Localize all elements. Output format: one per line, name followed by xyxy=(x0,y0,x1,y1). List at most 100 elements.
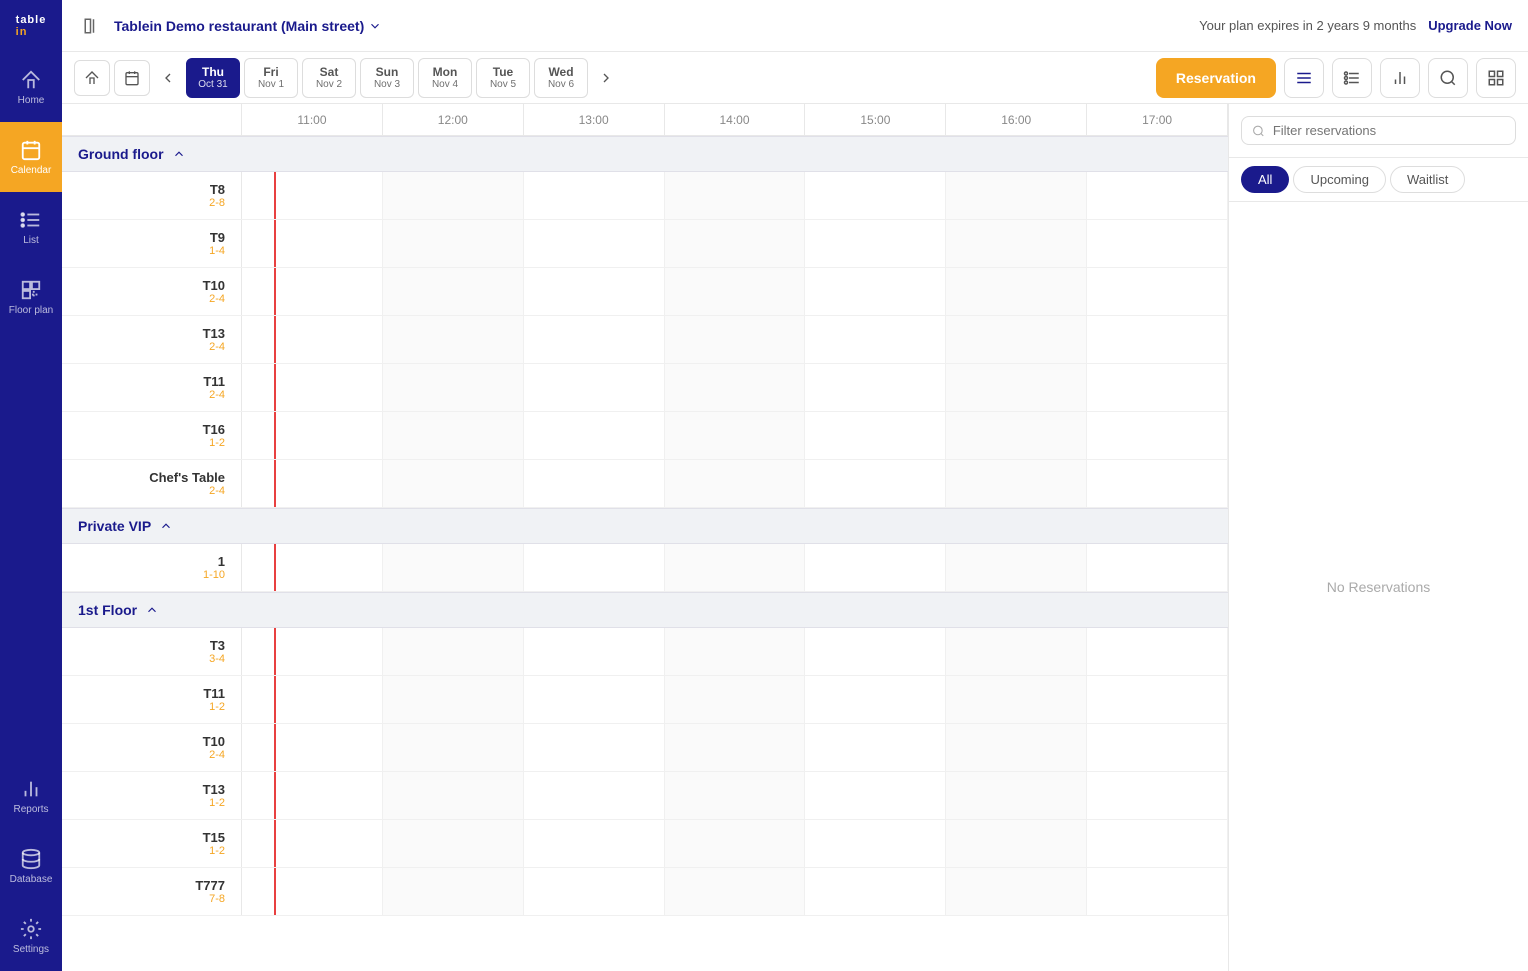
timeline-cell[interactable] xyxy=(946,220,1087,267)
timeline-cell[interactable] xyxy=(1087,268,1228,315)
timeline-cell[interactable] xyxy=(383,868,524,915)
home-nav-btn[interactable] xyxy=(74,60,110,96)
timeline-cell[interactable] xyxy=(805,868,946,915)
timeline-cell[interactable] xyxy=(946,628,1087,675)
table-timeline[interactable] xyxy=(242,268,1228,315)
table-timeline[interactable] xyxy=(242,772,1228,819)
timeline-cell[interactable] xyxy=(383,268,524,315)
day-btn-thu[interactable]: ThuOct 31 xyxy=(186,58,240,98)
timeline-cell[interactable] xyxy=(524,220,665,267)
timeline-cell[interactable] xyxy=(383,820,524,867)
timeline-cell[interactable] xyxy=(946,460,1087,507)
timeline-cell[interactable] xyxy=(242,316,383,363)
timeline-cell[interactable] xyxy=(805,268,946,315)
timeline-cell[interactable] xyxy=(242,172,383,219)
timeline-cell[interactable] xyxy=(1087,724,1228,771)
timeline-cell[interactable] xyxy=(946,868,1087,915)
day-btn-mon[interactable]: MonNov 4 xyxy=(418,58,472,98)
sidebar-item-reports[interactable]: Reports xyxy=(0,761,62,831)
day-btn-wed[interactable]: WedNov 6 xyxy=(534,58,588,98)
filter-tab-upcoming[interactable]: Upcoming xyxy=(1293,166,1386,193)
timeline-cell[interactable] xyxy=(946,772,1087,819)
calendar-nav-btn[interactable] xyxy=(114,60,150,96)
timeline-cell[interactable] xyxy=(665,820,806,867)
timeline-cell[interactable] xyxy=(805,772,946,819)
timeline-cell[interactable] xyxy=(665,220,806,267)
chart-btn[interactable] xyxy=(1380,58,1420,98)
table-timeline[interactable] xyxy=(242,412,1228,459)
filter-tab-waitlist[interactable]: Waitlist xyxy=(1390,166,1465,193)
timeline-cell[interactable] xyxy=(665,628,806,675)
timeline-cell[interactable] xyxy=(242,676,383,723)
timeline-cell[interactable] xyxy=(1087,820,1228,867)
timeline-cell[interactable] xyxy=(524,364,665,411)
day-btn-fri[interactable]: FriNov 1 xyxy=(244,58,298,98)
timeline-cell[interactable] xyxy=(1087,412,1228,459)
timeline-cell[interactable] xyxy=(383,172,524,219)
filter-btn[interactable] xyxy=(1332,58,1372,98)
timeline-cell[interactable] xyxy=(1087,628,1228,675)
timeline-cell[interactable] xyxy=(1087,676,1228,723)
sidebar-item-settings[interactable]: Settings xyxy=(0,901,62,971)
grid-btn[interactable] xyxy=(1476,58,1516,98)
table-timeline[interactable] xyxy=(242,820,1228,867)
day-btn-sun[interactable]: SunNov 3 xyxy=(360,58,414,98)
section-collapse-icon[interactable] xyxy=(145,603,159,617)
view-list-btn[interactable] xyxy=(1284,58,1324,98)
timeline-cell[interactable] xyxy=(946,268,1087,315)
timeline-cell[interactable] xyxy=(805,172,946,219)
timeline-cell[interactable] xyxy=(242,268,383,315)
timeline-cell[interactable] xyxy=(242,868,383,915)
timeline-cell[interactable] xyxy=(383,364,524,411)
sidebar-item-list[interactable]: List xyxy=(0,192,62,262)
timeline-cell[interactable] xyxy=(665,268,806,315)
timeline-cell[interactable] xyxy=(524,676,665,723)
timeline-cell[interactable] xyxy=(805,544,946,591)
next-day-btn[interactable] xyxy=(592,60,620,96)
timeline-cell[interactable] xyxy=(1087,868,1228,915)
timeline-cell[interactable] xyxy=(1087,220,1228,267)
timeline-cell[interactable] xyxy=(805,676,946,723)
timeline-cell[interactable] xyxy=(524,544,665,591)
table-timeline[interactable] xyxy=(242,220,1228,267)
filter-tab-all[interactable]: All xyxy=(1241,166,1289,193)
timeline-cell[interactable] xyxy=(383,544,524,591)
timeline-cell[interactable] xyxy=(1087,364,1228,411)
timeline-cell[interactable] xyxy=(1087,544,1228,591)
timeline-cell[interactable] xyxy=(524,628,665,675)
timeline-cell[interactable] xyxy=(665,316,806,363)
sidebar-item-calendar[interactable]: Calendar xyxy=(0,122,62,192)
sidebar-toggle-btn[interactable] xyxy=(78,12,106,40)
section-collapse-icon[interactable] xyxy=(172,147,186,161)
timeline-cell[interactable] xyxy=(665,460,806,507)
timeline-cell[interactable] xyxy=(665,772,806,819)
timeline-cell[interactable] xyxy=(805,316,946,363)
timeline-cell[interactable] xyxy=(805,820,946,867)
section-collapse-icon[interactable] xyxy=(159,519,173,533)
timeline-cell[interactable] xyxy=(665,364,806,411)
day-btn-sat[interactable]: SatNov 2 xyxy=(302,58,356,98)
sidebar-item-floor-plan[interactable]: Floor plan xyxy=(0,262,62,332)
table-timeline[interactable] xyxy=(242,364,1228,411)
upgrade-link[interactable]: Upgrade Now xyxy=(1428,18,1512,33)
timeline-cell[interactable] xyxy=(946,544,1087,591)
timeline-cell[interactable] xyxy=(242,628,383,675)
calendar-body[interactable]: Ground floor T8 2-8T9 1-4T10 2-4T13 2-4T… xyxy=(62,136,1228,971)
timeline-cell[interactable] xyxy=(946,724,1087,771)
timeline-cell[interactable] xyxy=(524,820,665,867)
table-timeline[interactable] xyxy=(242,868,1228,915)
timeline-cell[interactable] xyxy=(665,172,806,219)
restaurant-name[interactable]: Tablein Demo restaurant (Main street) xyxy=(114,18,382,34)
timeline-cell[interactable] xyxy=(946,172,1087,219)
timeline-cell[interactable] xyxy=(805,220,946,267)
timeline-cell[interactable] xyxy=(805,412,946,459)
timeline-cell[interactable] xyxy=(805,724,946,771)
timeline-cell[interactable] xyxy=(524,724,665,771)
timeline-cell[interactable] xyxy=(524,868,665,915)
search-input-wrap[interactable] xyxy=(1241,116,1516,145)
table-timeline[interactable] xyxy=(242,544,1228,591)
timeline-cell[interactable] xyxy=(1087,316,1228,363)
timeline-cell[interactable] xyxy=(1087,772,1228,819)
timeline-cell[interactable] xyxy=(383,628,524,675)
timeline-cell[interactable] xyxy=(524,412,665,459)
